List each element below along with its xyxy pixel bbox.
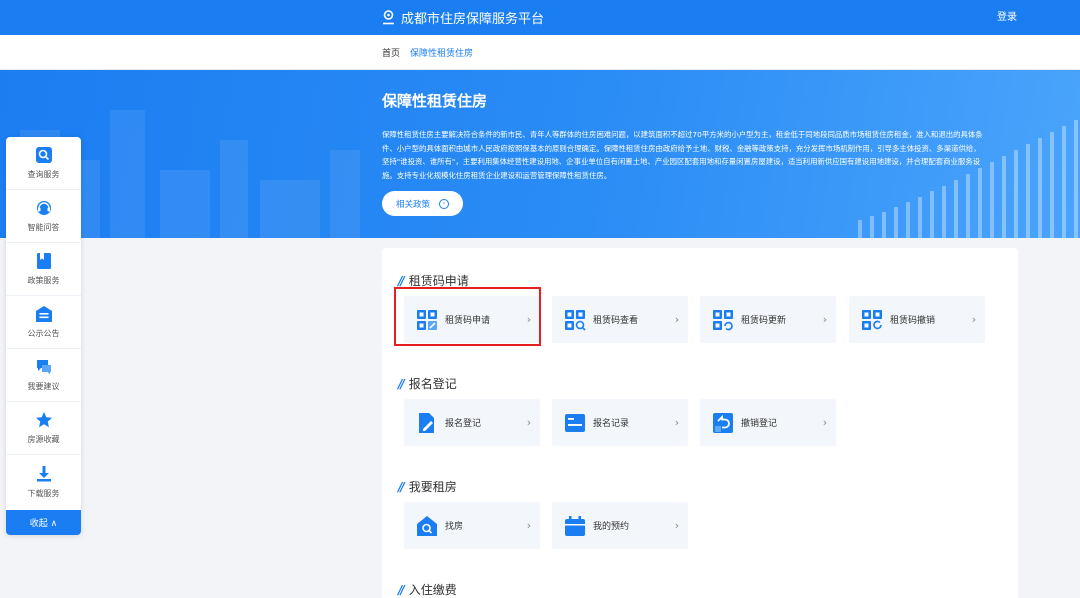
section-title-text: 入住缴费 — [408, 583, 457, 597]
arrow-circle-icon: › — [439, 198, 449, 209]
site-brand[interactable]: 成都市住房保障服务平台 — [382, 0, 544, 35]
chevron-right-icon: › — [526, 519, 532, 532]
banner-description: 保障性租赁住房主要解决符合条件的新市民、青年人等群体的住房困难问题，以建筑面积不… — [382, 130, 983, 180]
related-policy-button[interactable]: 相关政策 › — [382, 191, 463, 216]
sidebar-item-policy[interactable]: 政策服务 — [6, 243, 81, 296]
card-registration-records[interactable]: 报名记录 › — [552, 399, 688, 446]
site-title: 成都市住房保障服务平台 — [401, 12, 545, 27]
notice-icon — [35, 306, 52, 322]
section-title-text: 我要租房 — [408, 480, 457, 494]
qr-code-icon — [862, 309, 882, 330]
chevron-right-icon: › — [526, 416, 532, 429]
card-label: 我的预约 — [593, 522, 630, 532]
highlight-box — [394, 287, 541, 346]
sidebar-item-query[interactable]: 查询服务 — [6, 137, 81, 190]
hero-banner: 保障性租赁住房 保障性租赁住房主要解决符合条件的新市民、青年人等群体的住房困难问… — [0, 70, 1080, 238]
banner-title: 保障性租赁住房 — [382, 92, 488, 110]
related-policy-label: 相关政策 — [395, 199, 430, 210]
house-search-icon — [417, 515, 437, 536]
undo-icon — [713, 412, 733, 433]
book-icon — [36, 253, 51, 269]
breadcrumb-bar: 首页 保障性租赁住房 — [0, 35, 1080, 70]
calendar-icon — [565, 515, 585, 536]
breadcrumb-current: 保障性租赁住房 — [410, 49, 474, 59]
sidebar-item-label: 公示公告 — [27, 329, 60, 338]
sidebar-item-qa[interactable]: 智能问答 — [6, 190, 81, 243]
sidebar-item-favorites[interactable]: 房源收藏 — [6, 402, 81, 455]
section-marker-icon: // — [398, 376, 405, 391]
sidebar-item-download[interactable]: 下载服务 — [6, 455, 81, 508]
download-icon — [36, 465, 51, 481]
section-title-checkin-payment: // 入住缴费 — [398, 581, 457, 598]
card-my-appointments[interactable]: 我的预约 › — [552, 502, 688, 549]
card-label: 报名登记 — [445, 419, 482, 429]
chat-icon — [36, 360, 51, 375]
chevron-right-icon: › — [674, 416, 680, 429]
section-title-text: 报名登记 — [408, 377, 457, 391]
card-rental-code-update[interactable]: 租赁码更新 › — [700, 296, 836, 343]
chevron-right-icon: › — [822, 313, 828, 326]
id-card-icon — [565, 413, 585, 432]
section-title-rent: // 我要租房 — [398, 478, 457, 495]
card-label: 找房 — [445, 522, 464, 532]
chevron-right-icon: › — [674, 313, 680, 326]
breadcrumb: 首页 保障性租赁住房 — [382, 35, 473, 70]
card-label: 撤销登记 — [741, 419, 778, 429]
sidebar-item-label: 房源收藏 — [27, 435, 60, 444]
sidebar-item-notice[interactable]: 公示公告 — [6, 296, 81, 349]
sidebar-item-label: 我要建议 — [27, 382, 60, 391]
floating-sidebar: 查询服务 智能问答 政策服务 公示公告 我要建议 房源收藏 下载服务 收起 ∧ — [6, 137, 81, 535]
section-marker-icon: // — [398, 479, 405, 494]
location-pin-icon — [383, 10, 394, 25]
section-marker-icon: // — [398, 582, 405, 597]
chevron-right-icon: › — [971, 313, 977, 326]
card-rental-code-revoke[interactable]: 租赁码撤销 › — [849, 296, 985, 343]
card-registration[interactable]: 报名登记 › — [404, 399, 540, 446]
sidebar-item-label: 查询服务 — [27, 170, 60, 179]
chevron-right-icon: › — [822, 416, 828, 429]
qr-code-icon — [713, 309, 733, 330]
section-marker-icon: // — [398, 273, 405, 288]
login-link[interactable]: 登录 — [997, 0, 1017, 35]
card-rental-code-view[interactable]: 租赁码查看 › — [552, 296, 688, 343]
sidebar-item-suggest[interactable]: 我要建议 — [6, 349, 81, 402]
breadcrumb-home[interactable]: 首页 — [382, 46, 400, 59]
sidebar-item-label: 智能问答 — [27, 223, 60, 232]
top-bar: 成都市住房保障服务平台 登录 — [0, 0, 1080, 35]
card-label: 报名记录 — [593, 419, 630, 429]
sidebar-collapse-button[interactable]: 收起 ∧ — [6, 510, 81, 535]
search-icon — [35, 147, 52, 163]
card-label: 租赁码撤销 — [890, 316, 936, 326]
card-cancel-registration[interactable]: 撤销登记 › — [700, 399, 836, 446]
qr-code-icon — [565, 309, 586, 331]
section-title-registration: // 报名登记 — [398, 375, 457, 392]
star-icon — [35, 412, 52, 428]
card-find-house[interactable]: 找房 › — [404, 502, 540, 549]
support-icon — [36, 201, 51, 215]
chevron-right-icon: › — [674, 519, 680, 532]
card-label: 租赁码更新 — [741, 316, 787, 326]
edit-document-icon — [419, 412, 434, 433]
card-label: 租赁码查看 — [593, 316, 639, 326]
sidebar-item-label: 下载服务 — [27, 488, 60, 498]
sidebar-item-label: 政策服务 — [27, 276, 60, 285]
